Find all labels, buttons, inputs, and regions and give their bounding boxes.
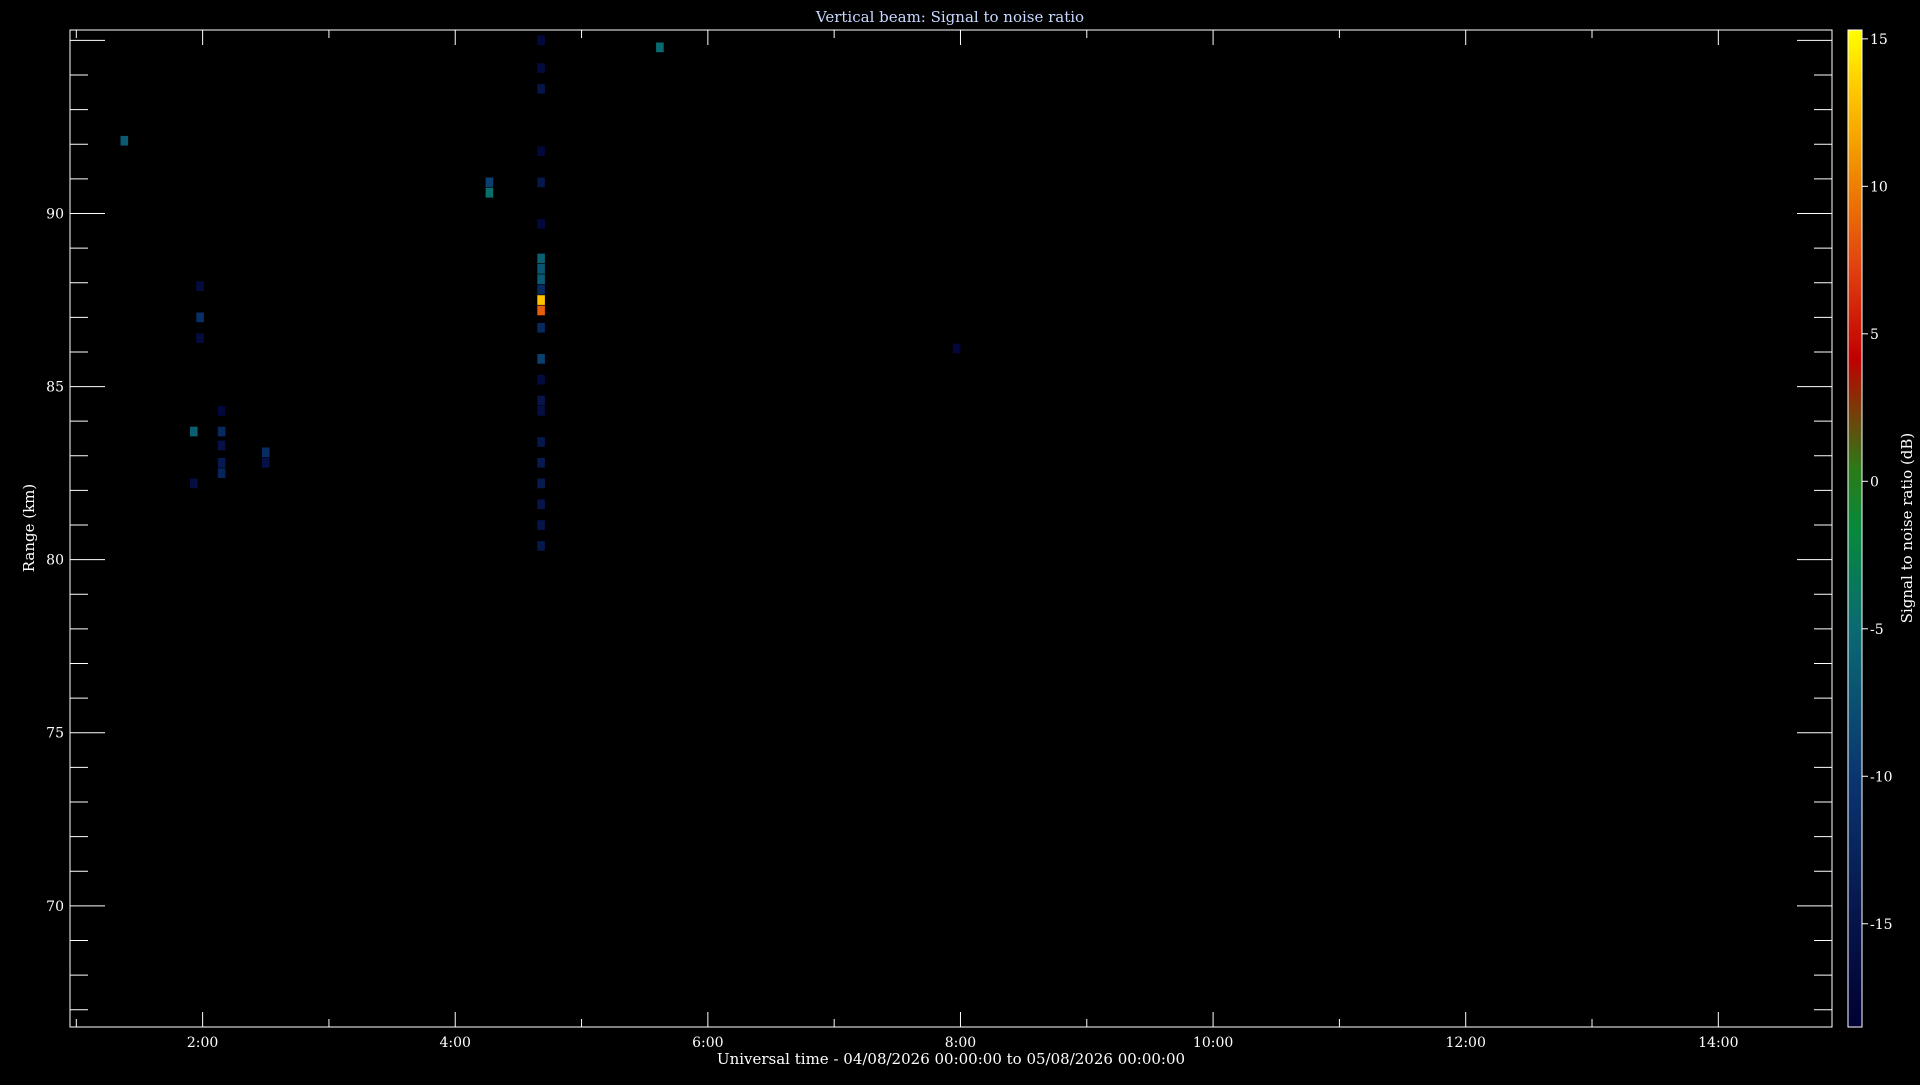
colorbar-tick-label: 15 bbox=[1870, 32, 1888, 48]
heatmap-cell bbox=[537, 264, 545, 274]
heatmap-cell bbox=[537, 253, 545, 264]
heatmap-cell bbox=[537, 84, 545, 94]
x-tick-label: 12:00 bbox=[1446, 1035, 1486, 1051]
heatmap-cell bbox=[537, 520, 545, 530]
heatmap-cell bbox=[485, 177, 494, 188]
heatmap-cell bbox=[537, 374, 545, 385]
heatmap-cell bbox=[537, 35, 545, 46]
chart-title: Vertical beam: Signal to noise ratio bbox=[815, 8, 1084, 26]
snr-chart: Vertical beam: Signal to noise ratio 2:0… bbox=[20, 8, 1916, 1068]
heatmap-cell bbox=[196, 281, 204, 291]
heatmap-cell bbox=[537, 322, 545, 333]
y-axis-ticks: 70 75 80 85 90 bbox=[46, 39, 1832, 1011]
heatmap-cell bbox=[952, 343, 961, 354]
heatmap-cell bbox=[537, 63, 545, 73]
heatmap-cell bbox=[537, 305, 545, 316]
heatmap-cell bbox=[537, 274, 545, 285]
heatmap-cell bbox=[537, 499, 545, 510]
x-tick-label: 10:00 bbox=[1193, 1035, 1233, 1051]
heatmap-cell bbox=[190, 478, 198, 489]
heatmap-cell bbox=[485, 187, 494, 198]
colorbar-ticks: -15 -10 -5 0 5 10 15 bbox=[1862, 32, 1893, 933]
heatmap-cell bbox=[537, 437, 545, 447]
colorbar-tick-label: 0 bbox=[1870, 474, 1879, 490]
y-tick-label: 90 bbox=[46, 206, 64, 222]
y-tick-label: 70 bbox=[46, 899, 64, 915]
heatmap-cell bbox=[262, 457, 270, 468]
x-axis-ticks: 2:00 4:00 6:00 8:00 10:00 12:00 14:00 bbox=[75, 30, 1739, 1051]
colorbar-tick-label: -5 bbox=[1870, 622, 1884, 638]
heatmap-cell bbox=[537, 354, 545, 364]
x-tick-label: 8:00 bbox=[945, 1035, 976, 1051]
heatmap-cell bbox=[196, 333, 204, 343]
colorbar-tick-label: 10 bbox=[1870, 179, 1888, 195]
plot-frame bbox=[69, 29, 1833, 1028]
heatmap-cell bbox=[537, 406, 545, 416]
heatmap-cell bbox=[217, 468, 226, 478]
heatmap-cells bbox=[120, 35, 961, 551]
y-tick-label: 80 bbox=[46, 553, 64, 569]
colorbar-tick-label: 5 bbox=[1870, 327, 1879, 343]
heatmap-cell bbox=[656, 42, 664, 53]
heatmap-cell bbox=[537, 457, 545, 468]
y-axis-label: Range (km) bbox=[20, 484, 38, 573]
heatmap-cell bbox=[537, 146, 545, 156]
colorbar-label: Signal to noise ratio (dB) bbox=[1898, 433, 1916, 624]
heatmap-cell bbox=[217, 440, 226, 451]
heatmap-cell bbox=[537, 177, 545, 188]
heatmap-cell bbox=[537, 295, 545, 305]
colorbar bbox=[1847, 29, 1863, 1028]
x-tick-label: 6:00 bbox=[692, 1035, 723, 1051]
heatmap-cell bbox=[537, 541, 545, 551]
x-tick-label: 14:00 bbox=[1698, 1035, 1738, 1051]
heatmap-cell bbox=[196, 312, 204, 323]
colorbar-tick-label: -15 bbox=[1870, 917, 1893, 933]
heatmap-cell bbox=[217, 426, 226, 437]
heatmap-cell bbox=[537, 395, 545, 406]
heatmap-cell bbox=[120, 135, 129, 146]
heatmap-cell bbox=[537, 284, 545, 295]
heatmap-cell bbox=[217, 406, 226, 416]
heatmap-cell bbox=[537, 219, 545, 229]
x-tick-label: 4:00 bbox=[440, 1035, 471, 1051]
heatmap-cell bbox=[262, 447, 270, 458]
x-tick-label: 2:00 bbox=[187, 1035, 218, 1051]
colorbar-tick-label: -10 bbox=[1870, 769, 1893, 785]
y-tick-label: 85 bbox=[46, 380, 64, 396]
heatmap-cell bbox=[537, 478, 545, 489]
heatmap-cell bbox=[217, 457, 226, 468]
chart-stage: Vertical beam: Signal to noise ratio 2:0… bbox=[0, 0, 1920, 1080]
y-tick-label: 75 bbox=[46, 726, 64, 742]
x-axis-label: Universal time - 04/08/2026 00:00:00 to … bbox=[717, 1050, 1185, 1068]
heatmap-cell bbox=[190, 426, 198, 437]
